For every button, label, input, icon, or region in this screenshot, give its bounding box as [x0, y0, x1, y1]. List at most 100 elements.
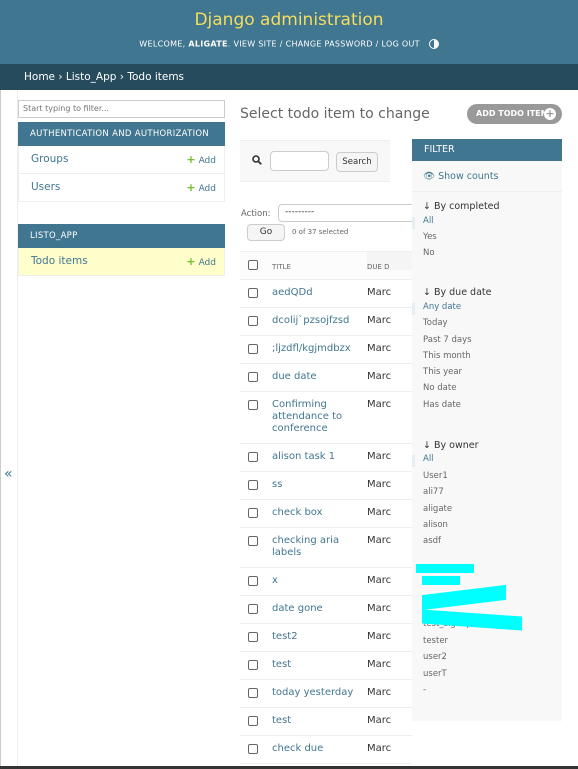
filter-option[interactable]: alison [423, 520, 448, 530]
row-checkbox[interactable] [248, 536, 258, 546]
table-header: Title Due d [240, 251, 412, 280]
collapse-chevron-icon: « [4, 466, 13, 482]
row-checkbox[interactable] [248, 452, 258, 462]
go-button[interactable]: Go [247, 224, 285, 241]
breadcrumb-app[interactable]: Listo_App [66, 71, 117, 83]
filter-option[interactable]: user2 [423, 652, 447, 662]
app-caption-auth[interactable]: Authentication and Authorization [18, 121, 225, 146]
row-checkbox[interactable] [248, 480, 258, 490]
row-checkbox[interactable] [248, 372, 258, 382]
selected-filter-marker [412, 303, 415, 315]
due-date-cell: Marc [367, 631, 392, 642]
add-todo-item-button[interactable]: Add todo item + [467, 104, 562, 124]
add-todo-items-link[interactable]: + Add [186, 255, 216, 268]
todo-title-link[interactable]: today yesterday [272, 687, 364, 699]
todo-title-link[interactable]: x [272, 575, 364, 587]
column-header-due-date[interactable]: Due d [367, 252, 412, 271]
filter-title-by-due-date[interactable]: ↓ By due date [412, 287, 502, 298]
view-site-link[interactable]: View site [233, 40, 276, 49]
due-date-cell: Marc [367, 535, 392, 546]
filter-option[interactable]: ali77 [423, 487, 444, 497]
row-checkbox[interactable] [248, 744, 258, 754]
row-checkbox[interactable] [248, 344, 258, 354]
filter-title-by-owner[interactable]: ↓ By owner [412, 440, 490, 451]
todo-title-link[interactable]: alison task 1 [272, 451, 364, 463]
filter-option[interactable]: User1 [423, 471, 448, 481]
nav-filter-input[interactable] [18, 99, 225, 118]
action-label: Action: [241, 209, 271, 219]
breadcrumb: Home › Listo_App › Todo items [0, 64, 578, 90]
todo-title-link[interactable]: check due [272, 743, 364, 755]
search-input[interactable] [270, 151, 329, 171]
select-all-checkbox[interactable] [248, 260, 258, 270]
redaction-mark [422, 576, 460, 585]
todo-title-link[interactable]: date gone [272, 603, 364, 615]
todo-title-link[interactable]: ss [272, 479, 364, 491]
model-link-groups[interactable]: Groups [31, 153, 68, 165]
filter-option[interactable]: Yes [423, 232, 437, 242]
due-date-cell: Marc [367, 479, 392, 490]
add-users-link[interactable]: + Add [186, 181, 216, 194]
filter-option[interactable]: No [423, 248, 435, 258]
filter-option[interactable]: asdf [423, 536, 441, 546]
toggle-nav-sidebar-button[interactable]: « [0, 90, 18, 766]
row-checkbox[interactable] [248, 316, 258, 326]
breadcrumb-home[interactable]: Home [24, 71, 55, 83]
table-row: aedQDd Marc [240, 280, 412, 308]
todo-title-link[interactable]: check box [272, 507, 364, 519]
filter-option[interactable]: Today [423, 318, 448, 328]
filter-option[interactable]: Past 7 days [423, 335, 472, 345]
todo-title-link[interactable]: test [272, 659, 364, 671]
model-link-users[interactable]: Users [31, 181, 60, 193]
action-select[interactable]: --------- [278, 204, 418, 222]
row-checkbox[interactable] [248, 716, 258, 726]
todo-title-link[interactable]: aedQDd [272, 287, 364, 299]
row-checkbox[interactable] [248, 508, 258, 518]
filter-option[interactable]: Has date [423, 400, 461, 410]
due-date-cell: Marc [367, 507, 392, 518]
theme-toggle-icon[interactable] [428, 39, 439, 49]
filter-option[interactable]: aligate [423, 504, 452, 514]
app-caption-listo[interactable]: Listo_App [18, 223, 225, 248]
show-counts-link[interactable]: 👁 Show counts [412, 161, 562, 192]
filter-option[interactable]: This month [423, 351, 471, 361]
search-button[interactable]: Search [336, 152, 378, 172]
filter-title-by-completed[interactable]: ↓ By completed [412, 201, 511, 212]
todo-title-link[interactable]: test [272, 715, 364, 727]
filter-option[interactable]: All [423, 216, 434, 226]
filter-option[interactable]: This year [423, 367, 462, 377]
table-row: check box Marc [240, 500, 412, 528]
row-checkbox[interactable] [248, 660, 258, 670]
log-out-link[interactable]: Log out [382, 40, 420, 49]
breadcrumb-separator: › [58, 71, 63, 83]
table-row: alison task 1 Marc [240, 444, 412, 472]
row-checkbox[interactable] [248, 576, 258, 586]
column-header-title[interactable]: Title [272, 263, 291, 271]
todo-title-link[interactable]: ;ljzdfl/kgjmdbzx [272, 343, 364, 355]
todo-title-link[interactable]: dcolij`pzsojfzsd [272, 315, 364, 327]
filter-option[interactable]: userT [423, 669, 447, 679]
row-checkbox[interactable] [248, 632, 258, 642]
row-checkbox[interactable] [248, 288, 258, 298]
table-row: due date Marc [240, 364, 412, 392]
filter-heading: Filter [412, 139, 562, 161]
todo-title-link[interactable]: due date [272, 371, 364, 383]
site-title[interactable]: Django administration [0, 10, 578, 30]
due-date-cell: Marc [367, 287, 392, 298]
row-checkbox[interactable] [248, 400, 258, 410]
row-checkbox[interactable] [248, 604, 258, 614]
model-link-todo-items[interactable]: Todo items [31, 255, 88, 267]
filter-option[interactable]: Any date [423, 302, 461, 312]
add-groups-link[interactable]: + Add [186, 153, 216, 166]
todo-title-link[interactable]: checking aria labels [272, 535, 364, 559]
todo-title-link[interactable]: test2 [272, 631, 364, 643]
filter-option[interactable]: All [423, 454, 434, 464]
filter-option[interactable]: No date [423, 383, 456, 393]
todo-title-link[interactable]: Confirming attendance to conference [272, 399, 364, 435]
change-password-link[interactable]: Change password [286, 40, 373, 49]
filter-option[interactable]: - [423, 685, 426, 695]
selected-filter-marker [412, 455, 415, 467]
filter-option[interactable]: tester [423, 636, 448, 646]
row-checkbox[interactable] [248, 688, 258, 698]
eye-icon: 👁 [423, 171, 436, 182]
